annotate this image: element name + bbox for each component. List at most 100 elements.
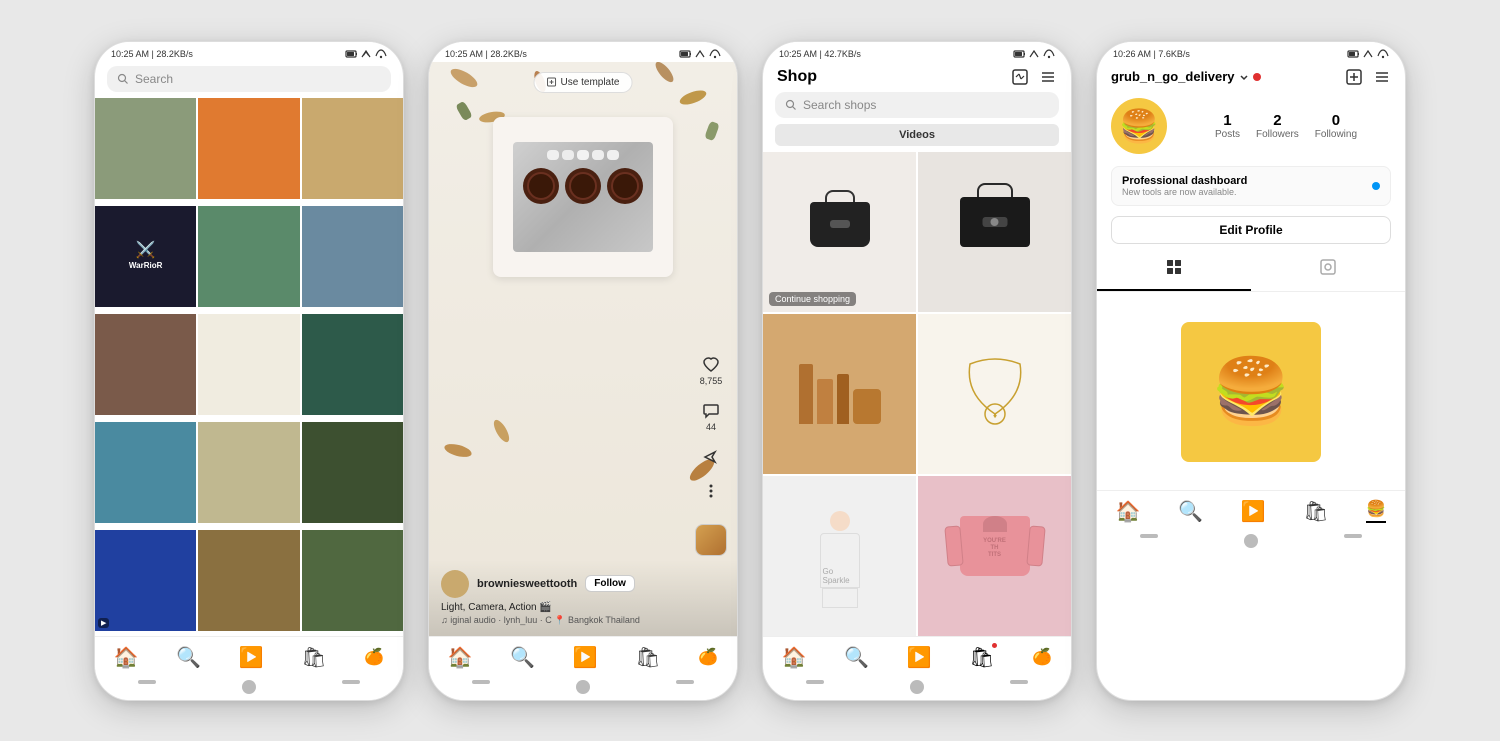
- grid-cell[interactable]: [302, 206, 403, 307]
- tab-videos[interactable]: Videos: [775, 124, 1059, 146]
- professional-dashboard[interactable]: Professional dashboard New tools are now…: [1111, 166, 1391, 206]
- shop-product-5[interactable]: Go Sparkle: [763, 476, 916, 636]
- profile-posts: 🍔: [1097, 294, 1405, 490]
- bottom-nav-2: 🏠 🔍 ▶️ 🛍 🍊: [429, 636, 737, 674]
- shop-product-4[interactable]: ♦: [918, 314, 1071, 474]
- bottom-nav-1: 🏠 🔍 ▶️ 🛍 🍊: [95, 636, 403, 674]
- grid-cell[interactable]: [95, 98, 196, 199]
- nav-shop[interactable]: 🛍: [301, 645, 326, 670]
- continue-shopping-label: Continue shopping: [769, 292, 856, 306]
- reel-profile-thumb: [695, 524, 727, 556]
- follow-button[interactable]: Follow: [585, 575, 635, 592]
- profile-info: 🍔 1 Posts 2 Followers 0 Following: [1097, 90, 1405, 162]
- foil-tray: [513, 142, 653, 252]
- nav-reels-2[interactable]: ▶️: [573, 645, 598, 670]
- gesture-tr-2: [676, 680, 694, 684]
- status-icons-1: [345, 48, 387, 60]
- shop-product-2[interactable]: [918, 152, 1071, 312]
- tab-tagged[interactable]: [1251, 250, 1405, 291]
- shop-product-6[interactable]: YOU'RETHTITS: [918, 476, 1071, 636]
- dropdown-icon[interactable]: [1239, 72, 1249, 82]
- profile-post-1[interactable]: 🍔: [1181, 322, 1321, 462]
- nav-search-3[interactable]: 🔍: [844, 645, 869, 670]
- shop-search-bar[interactable]: Search shops: [775, 92, 1059, 118]
- profile-header: grub_n_go_delivery: [1097, 62, 1405, 90]
- status-bar-2: 10:25 AM | 28.2KB/s: [429, 42, 737, 62]
- status-bar-3: 10:25 AM | 42.7KB/s: [763, 42, 1071, 62]
- profile-stats: 1 Posts 2 Followers 0 Following: [1181, 112, 1391, 140]
- use-template-button[interactable]: Use template: [534, 72, 633, 93]
- nav-profile-3[interactable]: 🍊: [1032, 647, 1052, 667]
- nav-home[interactable]: 🏠: [114, 645, 139, 670]
- nav-shop-3[interactable]: 🛍: [969, 645, 994, 670]
- tab-grid[interactable]: [1097, 250, 1251, 291]
- nav-profile[interactable]: 🍊: [364, 647, 384, 667]
- nav-reels-3[interactable]: ▶️: [907, 645, 932, 670]
- notification-dot: [1253, 73, 1261, 81]
- like-action[interactable]: 8,755: [700, 356, 723, 386]
- shop-product-1[interactable]: Continue shopping: [763, 152, 916, 312]
- stat-followers: 2 Followers: [1256, 112, 1299, 140]
- status-bar-1: 10:25 AM | 28.2KB/s: [95, 42, 403, 62]
- grid-cell[interactable]: [198, 206, 299, 307]
- reel-actions: 8,755 44: [695, 356, 727, 556]
- comment-action[interactable]: 44: [702, 402, 720, 432]
- grid-cell[interactable]: [95, 422, 196, 523]
- nav-search-4[interactable]: 🔍: [1178, 499, 1203, 524]
- nav-search-2[interactable]: 🔍: [510, 645, 535, 670]
- beauty-products: [799, 364, 881, 424]
- phone-1: 10:25 AM | 28.2KB/s Search ⚔️ WarRioR: [94, 41, 404, 701]
- grid-cell[interactable]: [302, 422, 403, 523]
- menu-icon-profile[interactable]: [1373, 68, 1391, 86]
- grid-cell[interactable]: [302, 530, 403, 631]
- status-bar-4: 10:26 AM | 7.6KB/s: [1097, 42, 1405, 62]
- share-action[interactable]: [702, 448, 720, 466]
- add-icon[interactable]: [1345, 68, 1363, 86]
- reel-overlay: browniesweettooth Follow Light, Camera, …: [429, 560, 737, 636]
- grid-cell[interactable]: ⚔️ WarRioR: [95, 206, 196, 307]
- grid-cell[interactable]: [198, 314, 299, 415]
- menu-icon[interactable]: [1039, 68, 1057, 86]
- reel-avatar: [441, 570, 469, 598]
- activity-icon[interactable]: [1011, 68, 1029, 86]
- grid-cell[interactable]: [302, 314, 403, 415]
- reel-caption: Light, Camera, Action 🎬: [441, 602, 725, 613]
- nav-profile-2[interactable]: 🍊: [698, 647, 718, 667]
- shop-tabs: Videos: [775, 124, 1059, 146]
- bottom-gesture-3: [763, 674, 1071, 700]
- nav-search[interactable]: 🔍: [176, 645, 201, 670]
- profile-header-icons: [1345, 68, 1391, 86]
- shop-product-3[interactable]: [763, 314, 916, 474]
- svg-text:♦: ♦: [992, 411, 996, 420]
- nav-shop-2[interactable]: 🛍: [635, 645, 660, 670]
- gesture-sq-4: [1140, 534, 1158, 538]
- profile-post-container: 🍔: [1111, 302, 1391, 482]
- cookies: [523, 168, 643, 204]
- nav-shop-4[interactable]: 🛍: [1303, 499, 1328, 524]
- more-action[interactable]: [702, 482, 720, 500]
- phone-3: 10:25 AM | 42.7KB/s Shop Search shops Vi…: [762, 41, 1072, 701]
- nav-home-4[interactable]: 🏠: [1116, 499, 1141, 524]
- nav-reels-4[interactable]: ▶️: [1241, 499, 1266, 524]
- grid-cell[interactable]: [198, 530, 299, 631]
- shop-product-grid: Continue shopping: [763, 152, 1071, 636]
- profile-tabs: [1097, 250, 1405, 292]
- gesture-sq-3: [806, 680, 824, 684]
- nav-home-2[interactable]: 🏠: [448, 645, 473, 670]
- nav-reels[interactable]: ▶️: [239, 645, 264, 670]
- grid-cell[interactable]: [302, 98, 403, 199]
- gesture-ci-4: [1244, 534, 1258, 548]
- dashboard-text: Professional dashboard New tools are now…: [1122, 175, 1247, 197]
- nav-home-3[interactable]: 🏠: [782, 645, 807, 670]
- stat-posts: 1 Posts: [1215, 112, 1240, 140]
- gesture-tr-3: [1010, 680, 1028, 684]
- grid-cell[interactable]: [95, 314, 196, 415]
- grid-cell[interactable]: [198, 98, 299, 199]
- nav-profile-4[interactable]: 🍔: [1366, 499, 1386, 523]
- grid-cell[interactable]: ▶: [95, 530, 196, 631]
- bottom-nav-3: 🏠 🔍 ▶️ 🛍 🍊: [763, 636, 1071, 674]
- p1-search-bar[interactable]: Search: [107, 66, 391, 92]
- grid-cell[interactable]: [198, 422, 299, 523]
- edit-profile-button[interactable]: Edit Profile: [1111, 216, 1391, 244]
- status-icons-2: [679, 48, 721, 60]
